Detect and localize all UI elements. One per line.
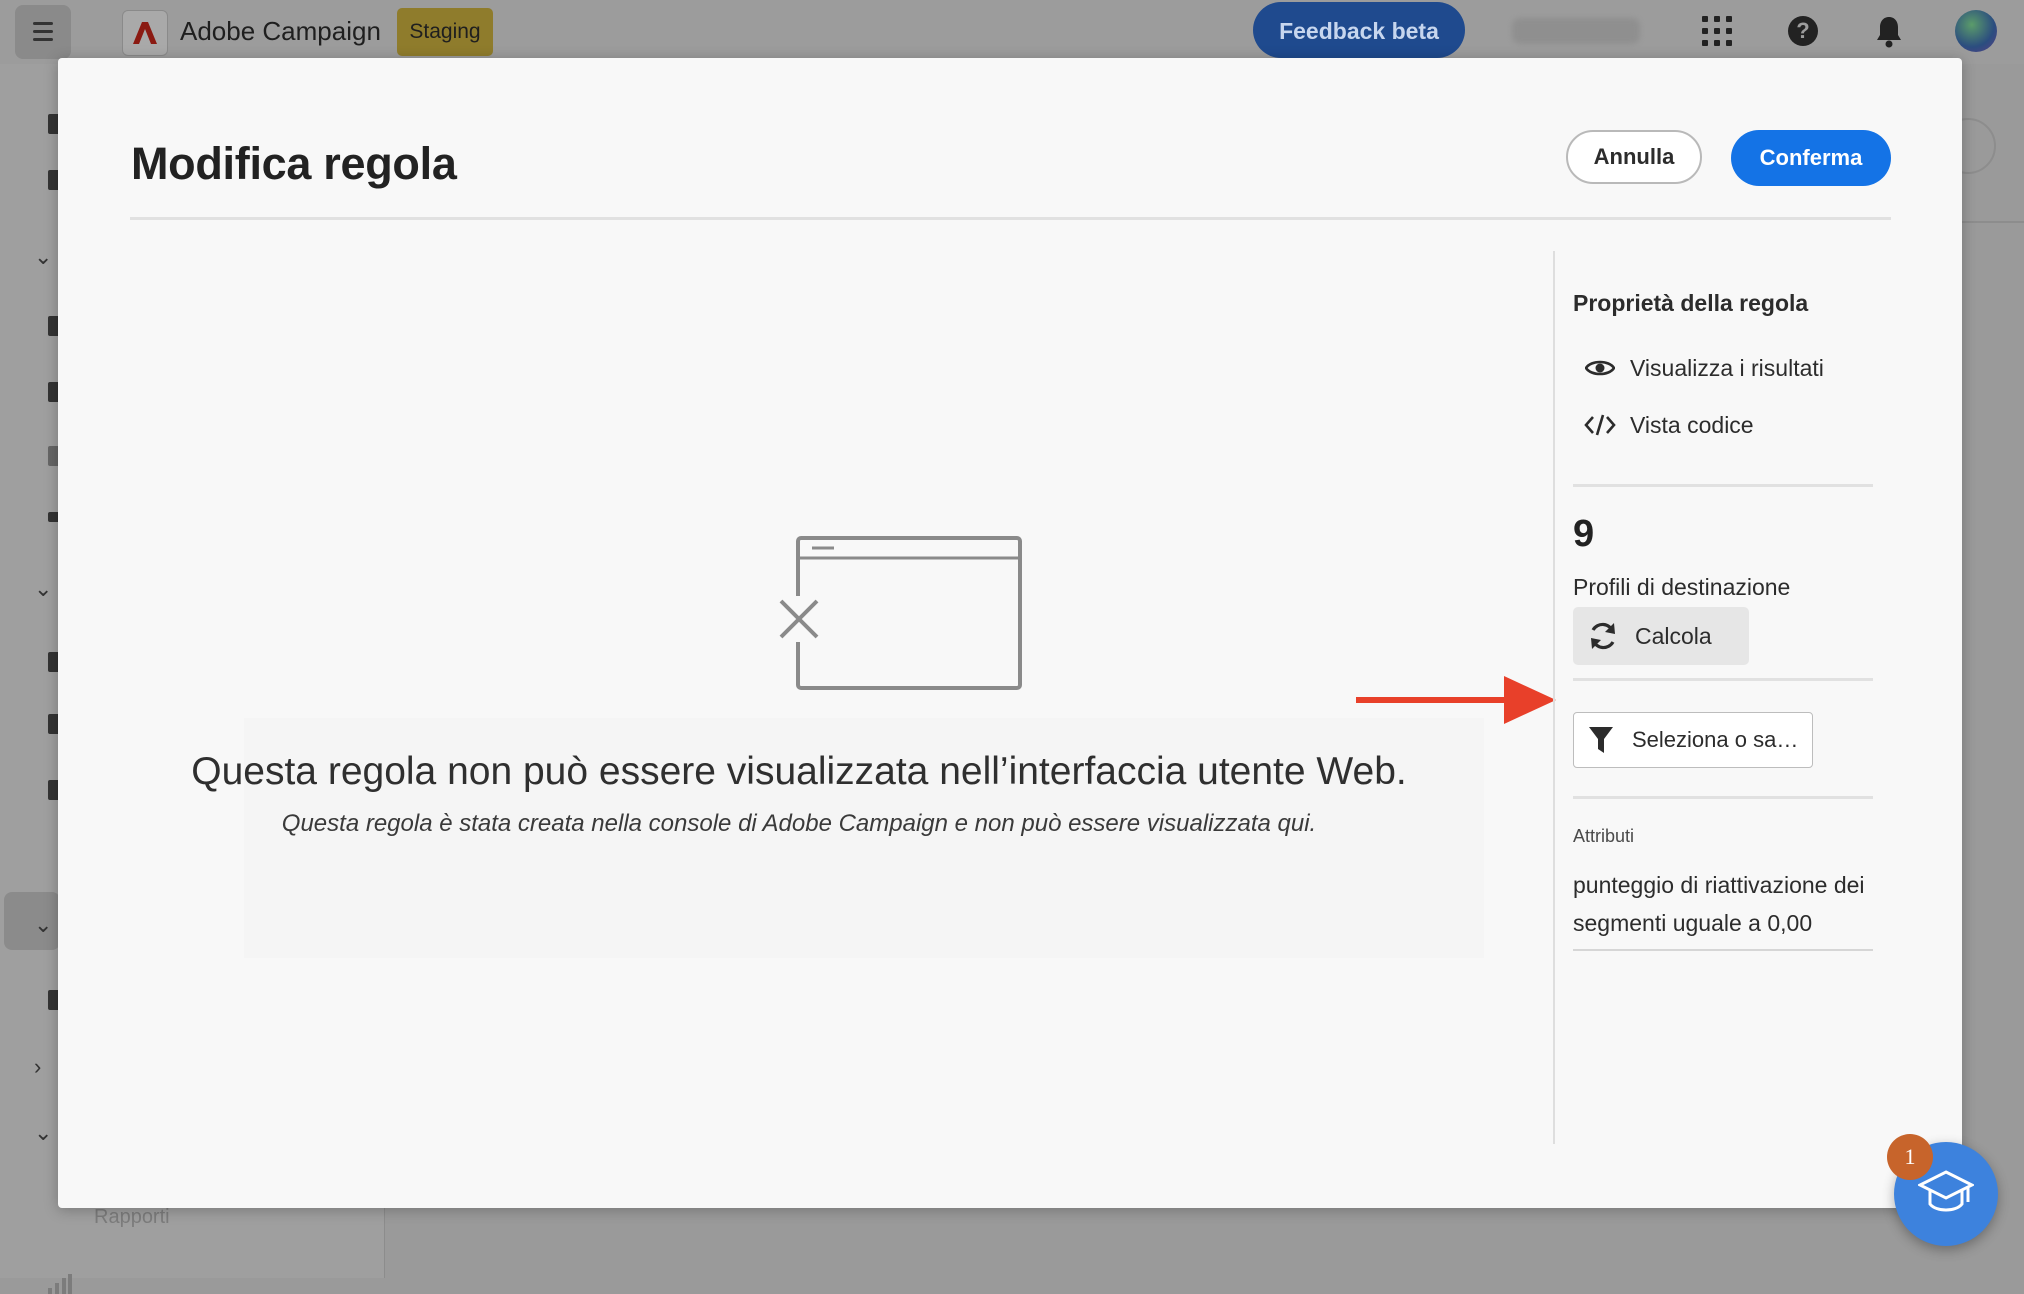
chevron-down-icon[interactable]: ⌄ (34, 576, 52, 602)
confirm-button[interactable]: Conferma (1731, 130, 1891, 186)
target-profile-count: 9 (1573, 513, 1595, 555)
chevron-down-icon[interactable]: ⌄ (34, 1120, 52, 1146)
chevron-down-icon[interactable]: ⌄ (34, 912, 52, 938)
edit-rule-dialog: Modifica regola Annulla Conferma Questa … (58, 58, 1962, 1208)
graduation-cap-icon (1918, 1170, 1974, 1212)
hamburger-icon[interactable] (15, 5, 71, 59)
filter-icon (1589, 727, 1613, 753)
learn-badge: 1 (1887, 1134, 1933, 1180)
section-divider (1573, 796, 1873, 799)
section-divider (1573, 678, 1873, 681)
feedback-beta-button[interactable]: Feedback beta (1253, 2, 1465, 58)
help-icon[interactable]: ? (1788, 16, 1818, 46)
header-divider (130, 217, 1891, 220)
bell-icon[interactable] (1874, 14, 1904, 53)
code-view-label: Vista codice (1630, 411, 1754, 438)
select-filter-button[interactable]: Seleziona o sa… (1573, 712, 1813, 768)
app-name: Adobe Campaign (180, 16, 381, 46)
panel-divider (1553, 251, 1555, 1144)
empty-state-title: Questa regola non può essere visualizzat… (191, 750, 1407, 793)
code-view-action[interactable]: Vista codice (1584, 407, 1754, 443)
user-avatar[interactable] (1955, 10, 1997, 52)
section-divider (1573, 949, 1873, 951)
attributes-value: punteggio di riattivazione dei segmenti … (1573, 872, 1865, 936)
select-filter-label: Seleziona o sa… (1632, 727, 1799, 752)
org-switcher[interactable] (1512, 18, 1640, 44)
chevron-right-icon[interactable]: › (34, 1054, 41, 1080)
code-icon (1584, 414, 1616, 436)
view-results-label: Visualizza i risultati (1630, 354, 1824, 381)
eye-icon (1584, 358, 1616, 378)
calculate-button[interactable]: Calcola (1573, 607, 1749, 665)
top-bar: Adobe Campaign Staging Feedback beta ? (0, 0, 2024, 64)
chevron-down-icon[interactable]: ⌄ (34, 244, 52, 270)
background-divider (1962, 221, 2024, 223)
empty-state-subtitle: Questa regola è stata creata nella conso… (281, 810, 1317, 837)
rule-properties-heading: Proprietà della regola (1573, 290, 1809, 316)
calculate-label: Calcola (1635, 622, 1712, 649)
adobe-logo-icon (122, 10, 168, 56)
apps-grid-icon[interactable] (1702, 16, 1732, 46)
annotation-arrow (1356, 676, 1556, 724)
attributes-label: Attributi (1573, 826, 1635, 846)
section-divider (1573, 484, 1873, 487)
refresh-icon (1591, 622, 1615, 650)
dialog-title: Modifica regola (131, 138, 457, 189)
nav-item-reports[interactable]: Rapporti (94, 1206, 170, 1229)
broken-window-icon (776, 536, 1022, 690)
environment-badge: Staging (397, 8, 493, 56)
view-results-action[interactable]: Visualizza i risultati (1584, 350, 1824, 386)
target-profile-label: Profili di destinazione (1573, 574, 1791, 600)
reports-icon (48, 1274, 72, 1294)
cancel-button[interactable]: Annulla (1566, 130, 1702, 184)
